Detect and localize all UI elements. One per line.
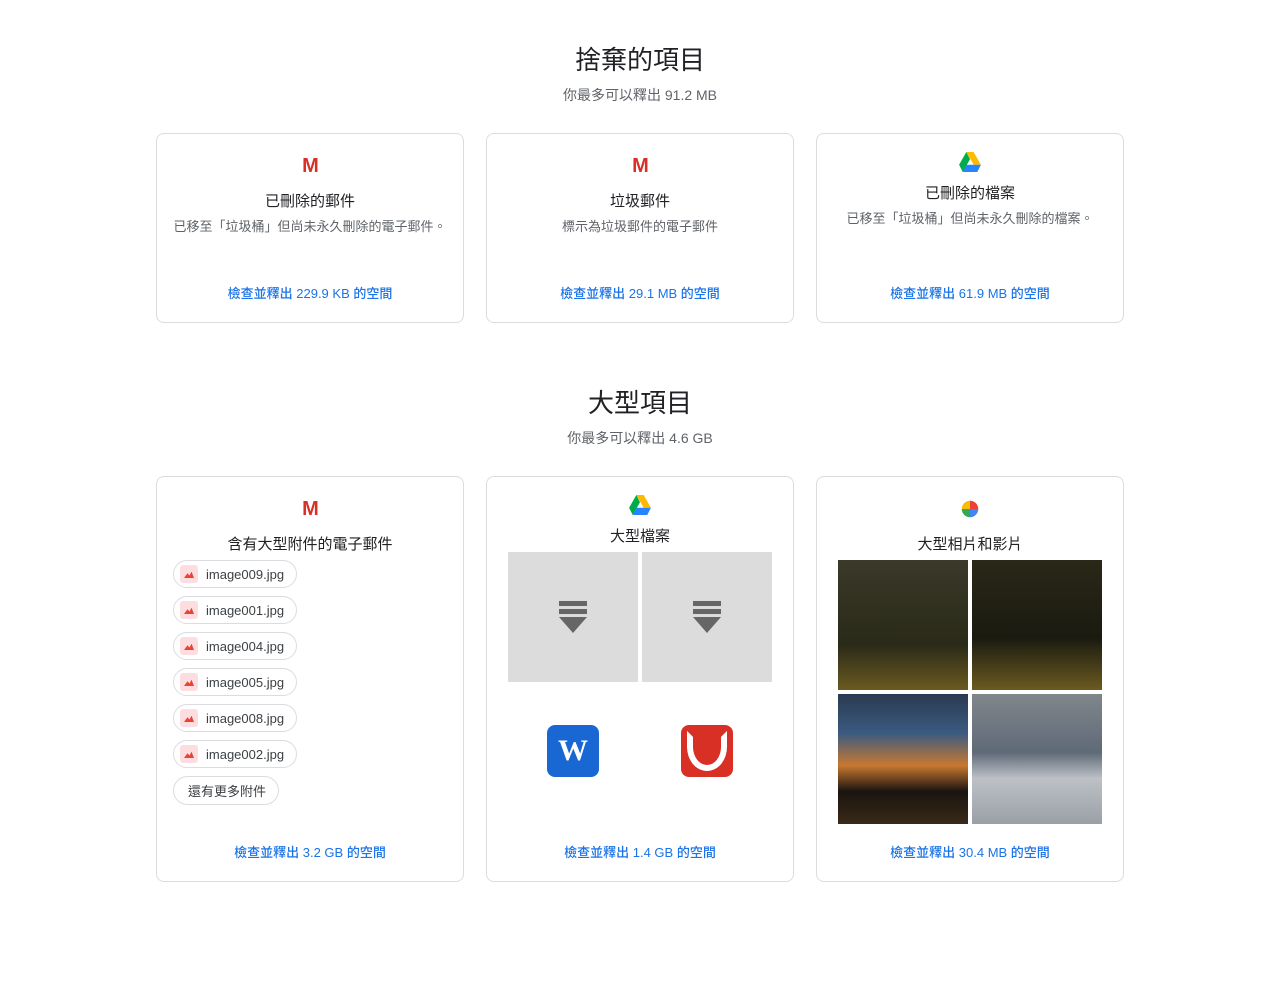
card-row: M 含有大型附件的電子郵件 image009.jpg image001.jpg … [0,476,1280,882]
word-doc-icon: W [547,725,599,777]
photo-tile[interactable] [838,694,968,824]
large-photos-card: 大型相片和影片 檢查並釋出 30.4 MB 的空間 [816,476,1124,882]
section-subtitle: 你最多可以釋出 4.6 GB [0,428,1280,448]
photos-icon [959,495,981,523]
section-title: 捨棄的項目 [0,40,1280,77]
gmail-icon: M [302,495,318,523]
photo-tile[interactable] [838,560,968,690]
card-title: 已刪除的檔案 [925,182,1015,203]
attachment-name: image002.jpg [206,747,284,762]
discarded-items-section: 捨棄的項目 你最多可以釋出 91.2 MB M 已刪除的郵件 已移至「垃圾桶」但… [0,40,1280,323]
card-title: 大型檔案 [610,525,670,546]
file-tile-grid: W [508,552,772,816]
card-title: 大型相片和影片 [917,533,1022,554]
photo-tile[interactable] [972,694,1102,824]
attachment-name: image001.jpg [206,603,284,618]
card-row: M 已刪除的郵件 已移至「垃圾桶」但尚未永久刪除的電子郵件。 檢查並釋出 229… [0,133,1280,323]
gmail-icon: M [302,152,318,180]
review-free-link[interactable]: 檢查並釋出 29.1 MB 的空間 [560,283,720,302]
attachment-name: image005.jpg [206,675,284,690]
deleted-files-card: 已刪除的檔案 已移至「垃圾桶」但尚未永久刪除的檔案。 檢查並釋出 61.9 MB… [816,133,1124,323]
attachment-name: image008.jpg [206,711,284,726]
review-free-link[interactable]: 檢查並釋出 3.2 GB 的空間 [234,842,386,861]
card-description: 已移至「垃圾桶」但尚未永久刪除的檔案。 [846,209,1093,245]
review-free-link[interactable]: 檢查並釋出 30.4 MB 的空間 [890,842,1050,861]
more-attachments-chip[interactable]: 還有更多附件 [173,776,279,805]
attachment-chip[interactable]: image004.jpg [173,632,297,660]
large-attachments-card: M 含有大型附件的電子郵件 image009.jpg image001.jpg … [156,476,464,882]
section-subtitle: 你最多可以釋出 91.2 MB [0,85,1280,105]
review-free-link[interactable]: 檢查並釋出 1.4 GB 的空間 [564,842,716,861]
drive-icon [629,495,651,515]
large-items-section: 大型項目 你最多可以釋出 4.6 GB M 含有大型附件的電子郵件 image0… [0,383,1280,882]
card-title: 垃圾郵件 [610,190,670,211]
review-free-link[interactable]: 檢查並釋出 61.9 MB 的空間 [890,283,1050,302]
deleted-mail-card: M 已刪除的郵件 已移至「垃圾桶」但尚未永久刪除的電子郵件。 檢查並釋出 229… [156,133,464,323]
attachment-chip[interactable]: image008.jpg [173,704,297,732]
more-label: 還有更多附件 [188,781,266,800]
attachment-chip[interactable]: image005.jpg [173,668,297,696]
card-title: 已刪除的郵件 [265,190,355,211]
attachment-name: image004.jpg [206,639,284,654]
attachment-chip[interactable]: image002.jpg [173,740,297,768]
file-tile[interactable] [642,552,772,682]
drive-icon [959,152,981,172]
image-icon [180,637,198,655]
spam-mail-card: M 垃圾郵件 標示為垃圾郵件的電子郵件 檢查並釋出 29.1 MB 的空間 [486,133,794,323]
card-description: 標示為垃圾郵件的電子郵件 [562,217,718,253]
attachment-chip[interactable]: image001.jpg [173,596,297,624]
file-tile[interactable] [642,686,772,816]
attachment-list: image009.jpg image001.jpg image004.jpg i… [173,560,447,805]
download-icon [559,601,587,633]
photo-tile[interactable] [972,560,1102,690]
section-title: 大型項目 [0,383,1280,420]
image-icon [180,673,198,691]
photo-tile-grid [838,560,1102,824]
card-title: 含有大型附件的電子郵件 [227,533,392,554]
image-icon [180,565,198,583]
download-icon [693,601,721,633]
review-free-link[interactable]: 檢查並釋出 229.9 KB 的空間 [228,283,393,302]
image-icon [180,601,198,619]
attachment-name: image009.jpg [206,567,284,582]
file-tile[interactable]: W [508,686,638,816]
card-description: 已移至「垃圾桶」但尚未永久刪除的電子郵件。 [173,217,446,253]
large-files-card: 大型檔案 W 檢查並釋出 1.4 GB 的空間 [486,476,794,882]
image-icon [180,709,198,727]
audio-icon [681,725,733,777]
attachment-chip[interactable]: image009.jpg [173,560,297,588]
image-icon [180,745,198,763]
file-tile[interactable] [508,552,638,682]
gmail-icon: M [632,152,648,180]
